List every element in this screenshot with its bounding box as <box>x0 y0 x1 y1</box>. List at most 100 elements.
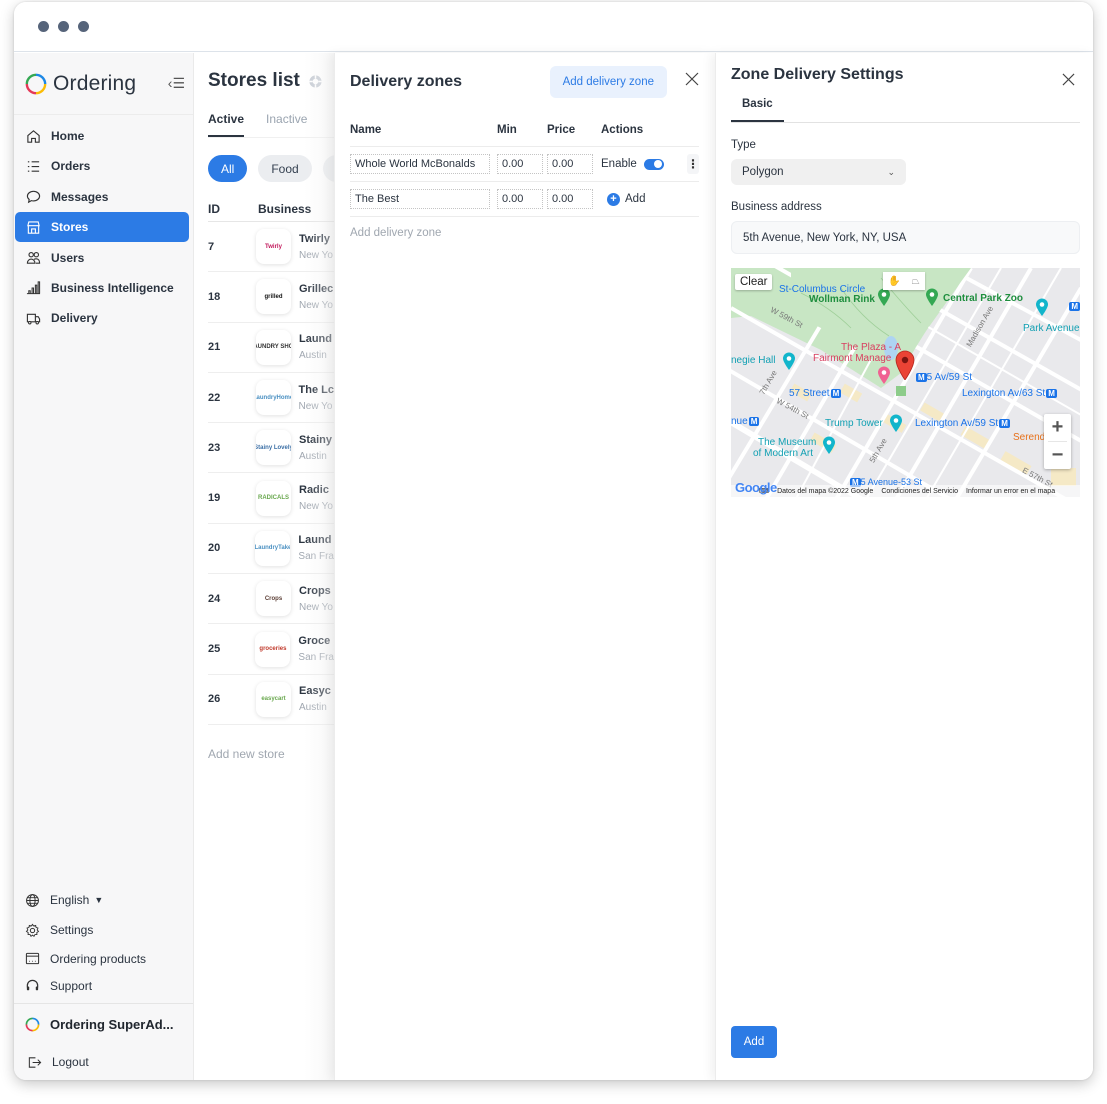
tab-basic[interactable]: Basic <box>731 98 784 122</box>
sidebar-item-label: Delivery <box>51 311 98 326</box>
window-titlebar <box>14 2 1093 52</box>
subway-icon: M <box>1069 302 1080 311</box>
sidebar-item-support[interactable]: Support <box>14 972 193 999</box>
zone-name-input[interactable] <box>350 154 490 174</box>
chat-icon <box>25 189 41 205</box>
sidebar-item-users[interactable]: Users <box>15 243 189 273</box>
user-profile[interactable]: Ordering SuperAd... <box>14 1004 193 1044</box>
app-window: Ordering ‹☰ Home Orders Messages Stores … <box>14 2 1093 1080</box>
sidebar-item-delivery[interactable]: Delivery <box>15 303 189 333</box>
map-label-trump-tower: Trump Tower <box>825 418 883 429</box>
sidebar-item-label: Stores <box>51 220 89 235</box>
business-address-label: Business address <box>731 201 822 213</box>
window-control-dot[interactable] <box>38 21 49 32</box>
type-select[interactable]: Polygon ⌄ <box>731 159 906 185</box>
zone-name-input[interactable] <box>350 189 490 209</box>
panel-shadow <box>304 53 334 1080</box>
subway-icon: M <box>999 419 1010 428</box>
map-clear-button[interactable]: Clear <box>735 274 773 290</box>
add-button[interactable]: Add <box>731 1026 777 1058</box>
hotel-marker-icon <box>878 366 890 384</box>
more-options-icon[interactable]: ⋮ <box>687 154 699 174</box>
sidebar-item-messages[interactable]: Messages <box>15 182 189 212</box>
map-label-text: Lexington Av/63 St <box>962 388 1046 399</box>
terms-link[interactable]: Condiciones del Servicio <box>881 488 958 495</box>
zone-price-input[interactable] <box>547 189 593 209</box>
delivery-zones-panel: Delivery zones Add delivery zone Name Mi… <box>334 53 715 1080</box>
store-logo: easycart <box>256 681 291 717</box>
enable-toggle[interactable] <box>643 158 664 170</box>
polygon-draw-icon[interactable]: ⏢ <box>912 276 920 287</box>
map-label-avenue: nue M <box>731 416 760 427</box>
add-label: Add <box>625 193 646 205</box>
tab-active[interactable]: Active <box>208 112 245 137</box>
store-logo-text: grilled <box>264 293 283 300</box>
list-icon <box>25 158 41 174</box>
window-control-dot[interactable] <box>78 21 89 32</box>
zones-table-header: Name Min Price Actions <box>350 114 699 147</box>
tab-inactive[interactable]: Inactive <box>266 112 307 137</box>
window-control-dot[interactable] <box>58 21 69 32</box>
map-label-text: nue <box>731 416 748 427</box>
close-icon[interactable] <box>685 72 699 86</box>
hand-pan-icon[interactable]: ✋ <box>888 276 900 287</box>
sidebar-item-ordering-products[interactable]: Ordering products <box>14 945 193 972</box>
add-delivery-zone-link[interactable]: Add delivery zone <box>350 227 699 239</box>
collapse-menu-icon[interactable]: ‹☰ <box>168 75 185 92</box>
map-label-wollman-rink: Wollman Rink <box>809 294 875 305</box>
type-label: Type <box>731 139 756 151</box>
gear-icon <box>24 922 40 938</box>
store-icon <box>25 219 41 235</box>
sidebar-item-home[interactable]: Home <box>15 121 189 151</box>
sidebar-item-label: Business Intelligence <box>51 280 174 295</box>
add-zone-inline-button[interactable]: + Add <box>607 192 646 206</box>
google-logo[interactable]: Google <box>735 480 777 495</box>
sidebar-item-label: Home <box>51 129 85 143</box>
home-icon <box>25 128 41 144</box>
location-pin-icon[interactable] <box>895 350 915 380</box>
store-id: 24 <box>208 592 221 605</box>
subway-icon: M <box>916 373 927 382</box>
zone-price-input[interactable] <box>547 154 593 174</box>
store-logo-text: Twirly <box>265 243 282 250</box>
sidebar-item-label: Support <box>50 978 93 993</box>
map[interactable]: St-Columbus Circle Wollman Rink Central … <box>731 268 1080 497</box>
bar-chart-icon <box>25 280 41 296</box>
map-tiles <box>731 268 1080 497</box>
sidebar-item-orders[interactable]: Orders <box>15 151 189 181</box>
store-logo: Stainy Lovely <box>256 430 291 466</box>
zone-settings-title: Zone Delivery Settings <box>731 66 904 83</box>
logout-icon <box>26 1054 42 1070</box>
brand-name: Ordering <box>53 71 137 95</box>
truck-icon <box>25 310 41 326</box>
store-logo: Crops <box>256 581 291 617</box>
sidebar-item-stores[interactable]: Stores <box>15 212 189 243</box>
sidebar-item-business-intelligence[interactable]: Business Intelligence <box>15 273 189 303</box>
store-logo-text: RADICALS <box>258 495 289 502</box>
report-error-link[interactable]: Informar un error en el mapa <box>966 488 1055 495</box>
ordering-logo-icon <box>25 73 47 94</box>
zone-settings-panel: Zone Delivery Settings Basic Type Polygo… <box>715 53 1093 1080</box>
zone-min-input[interactable] <box>497 154 543 174</box>
sidebar-item-settings[interactable]: Settings <box>14 915 193 945</box>
store-id: 20 <box>208 542 221 555</box>
logout-button[interactable]: Logout <box>14 1044 193 1080</box>
zoom-out-button[interactable]: − <box>1044 442 1071 469</box>
store-id: 19 <box>208 492 221 505</box>
zone-min-input[interactable] <box>497 189 543 209</box>
business-address-input[interactable] <box>731 221 1080 254</box>
chip-all[interactable]: All <box>208 155 248 182</box>
plus-circle-icon: + <box>607 192 620 206</box>
store-logo-text: Crops <box>264 595 283 602</box>
store-logo: grilled <box>256 279 291 315</box>
column-name: Name <box>350 124 382 136</box>
close-icon[interactable] <box>1062 73 1075 86</box>
user-name: Ordering SuperAd... <box>50 1016 174 1032</box>
main-nav: Home Orders Messages Stores Users Busine… <box>14 115 193 333</box>
sidebar-item-label: Users <box>51 250 85 265</box>
add-delivery-zone-button[interactable]: Add delivery zone <box>549 66 667 98</box>
store-id: 18 <box>208 290 221 303</box>
zoom-in-button[interactable]: + <box>1044 414 1071 441</box>
language-selector[interactable]: English ▼ <box>14 885 193 915</box>
map-label-plaza-2: Fairmont Manage <box>813 353 892 364</box>
